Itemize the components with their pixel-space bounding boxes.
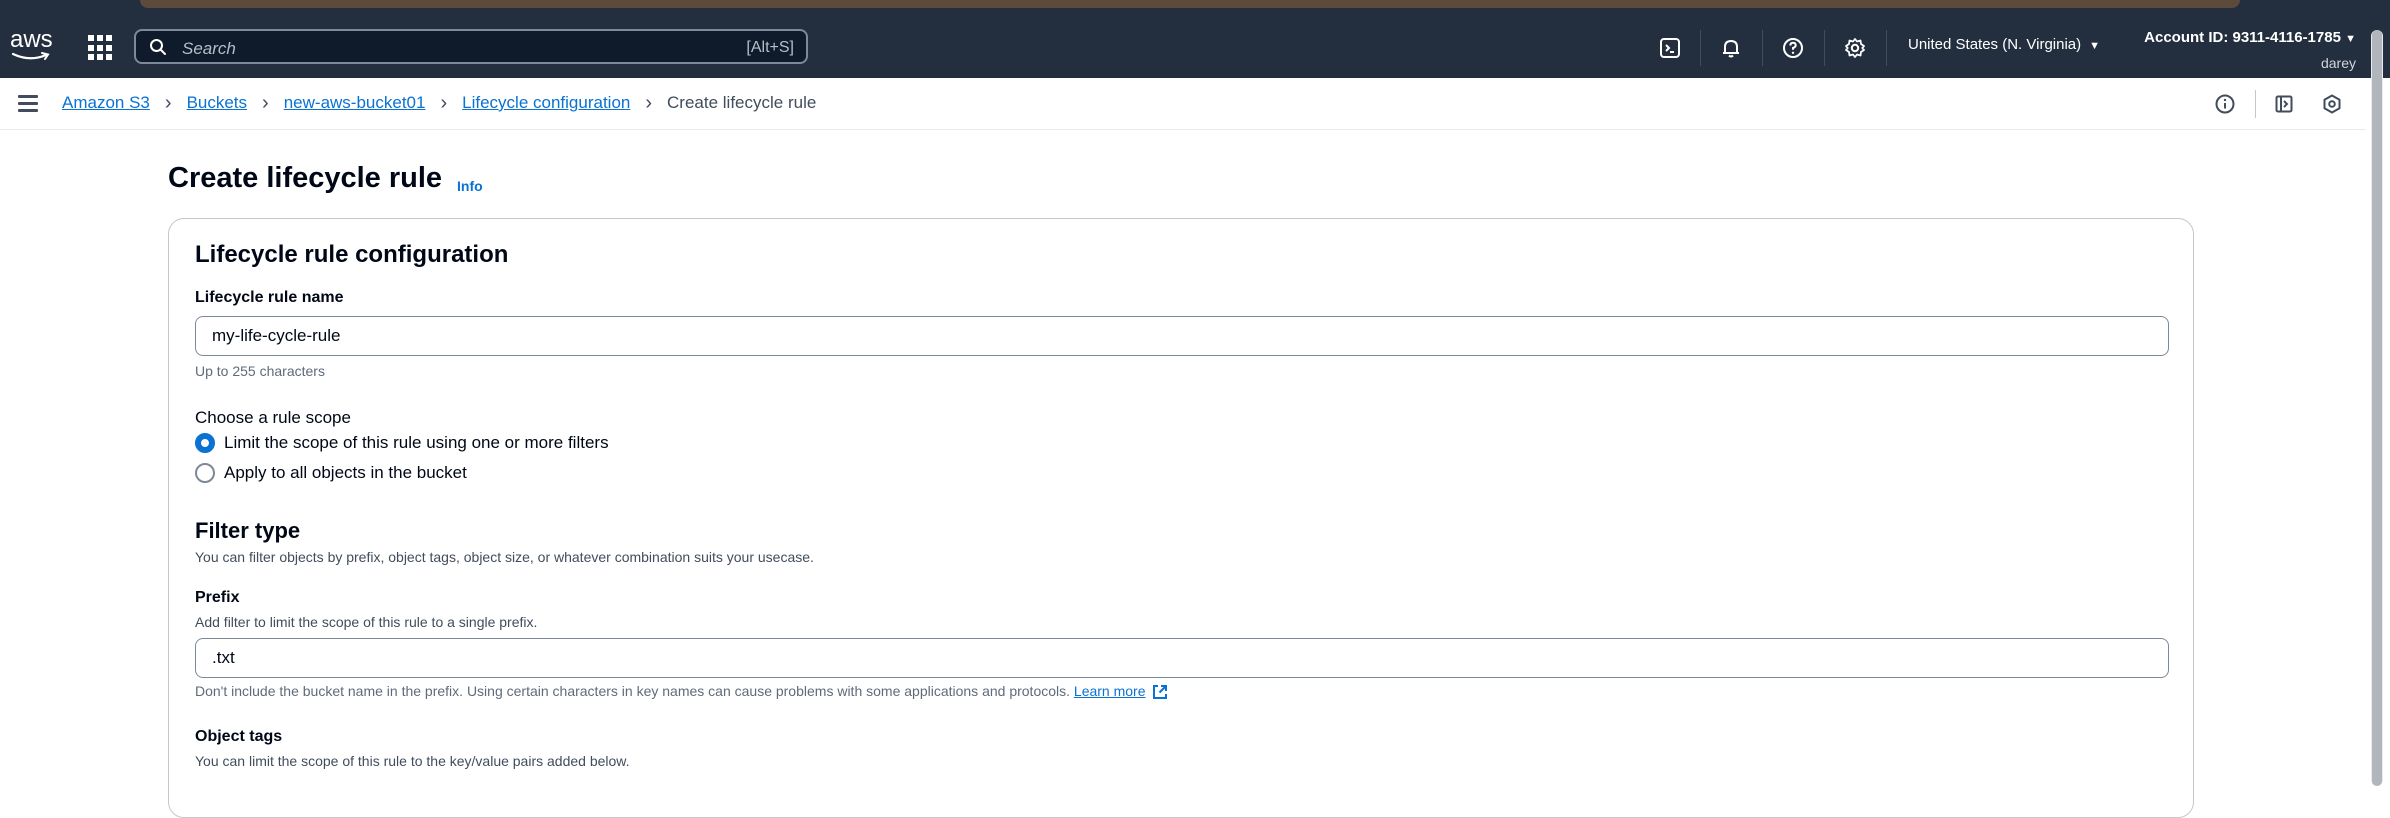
scope-option-label: Apply to all objects in the bucket <box>224 463 467 482</box>
cloudshell-icon[interactable] <box>1656 34 1684 62</box>
object-tags-label: Object tags <box>195 728 283 745</box>
search-placeholder: Search <box>182 39 236 58</box>
region-selector[interactable]: United States (N. Virginia) ▼ <box>1908 36 2100 53</box>
aws-logo[interactable]: aws <box>10 28 54 64</box>
aws-smile-icon <box>12 52 50 60</box>
breadcrumb-current: Create lifecycle rule <box>667 93 817 112</box>
search-shortcut: [Alt+S] <box>746 39 794 56</box>
search-icon <box>150 39 166 55</box>
browser-top-strip <box>0 0 2390 14</box>
nav-divider <box>1886 30 1887 66</box>
scrollbar-thumb[interactable] <box>2372 30 2382 786</box>
search-input[interactable]: Search [Alt+S] <box>134 29 808 64</box>
nav-divider <box>1762 30 1763 66</box>
page-title: Create lifecycle rule <box>168 162 443 194</box>
prefix-hint: Don't include the bucket name in the pre… <box>195 683 1168 700</box>
scope-option-label: Limit the scope of this rule using one o… <box>224 433 609 452</box>
learn-more-link[interactable]: Learn more <box>1074 683 1146 699</box>
browser-tab-edge <box>140 0 2240 8</box>
radio-unchecked-icon <box>195 463 215 483</box>
bell-icon[interactable] <box>1717 34 1745 62</box>
rule-name-label: Lifecycle rule name <box>195 289 344 306</box>
chevron-right-icon: › <box>164 91 172 114</box>
help-icon[interactable] <box>1779 34 1807 62</box>
rule-name-value: my-life-cycle-rule <box>212 326 341 345</box>
menu-icon[interactable] <box>18 95 38 112</box>
breadcrumb: Amazon S3 › Buckets › new-aws-bucket01 ›… <box>62 93 816 113</box>
region-label: United States (N. Virginia) <box>1908 36 2082 53</box>
account-menu[interactable]: Account ID: 9311-4116-1785 ▼ darey <box>2144 26 2356 75</box>
scope-radio-filters[interactable]: Limit the scope of this rule using one o… <box>195 433 609 453</box>
breadcrumb-buckets[interactable]: Buckets <box>187 93 247 113</box>
breadcrumb-lifecycle-configuration[interactable]: Lifecycle configuration <box>462 93 630 113</box>
top-navigation: aws Search [Alt+S] United States (N. Vir… <box>0 14 2390 78</box>
breadcrumb-divider <box>2255 90 2256 118</box>
lifecycle-config-container: Lifecycle rule configuration Lifecycle r… <box>168 218 2194 818</box>
caret-down-icon: ▼ <box>2089 40 2101 52</box>
breadcrumb-bar: Amazon S3 › Buckets › new-aws-bucket01 ›… <box>0 78 2366 130</box>
side-panel-icon[interactable] <box>2272 92 2296 116</box>
services-menu-icon[interactable] <box>88 35 114 61</box>
prefix-value: .txt <box>212 648 235 667</box>
prefix-hint-text: Don't include the bucket name in the pre… <box>195 683 1071 699</box>
caret-down-icon: ▼ <box>2345 33 2356 45</box>
chevron-right-icon: › <box>440 91 448 114</box>
container-title: Lifecycle rule configuration <box>195 241 509 268</box>
nav-divider <box>1700 30 1701 66</box>
radio-checked-icon <box>195 433 215 453</box>
rule-name-hint: Up to 255 characters <box>195 363 325 379</box>
breadcrumb-bucket[interactable]: new-aws-bucket01 <box>284 93 426 113</box>
account-user: darey <box>2320 55 2356 71</box>
filter-type-description: You can filter objects by prefix, object… <box>195 549 814 565</box>
breadcrumb-amazon-s3[interactable]: Amazon S3 <box>62 93 150 113</box>
info-link[interactable]: Info <box>457 178 483 194</box>
filter-type-heading: Filter type <box>195 518 301 543</box>
rule-name-input[interactable]: my-life-cycle-rule <box>195 316 2169 356</box>
page-scrollbar[interactable] <box>2371 30 2383 786</box>
info-panel-icon[interactable] <box>2213 92 2237 116</box>
external-link-icon[interactable] <box>1152 684 1168 700</box>
hexagon-icon[interactable] <box>2320 92 2344 116</box>
chevron-right-icon: › <box>262 91 269 114</box>
prefix-input[interactable]: .txt <box>195 638 2169 678</box>
prefix-description: Add filter to limit the scope of this ru… <box>195 614 538 630</box>
scope-label: Choose a rule scope <box>195 408 351 427</box>
prefix-label: Prefix <box>195 589 240 606</box>
scope-radio-all[interactable]: Apply to all objects in the bucket <box>195 463 467 483</box>
aws-logo-text: aws <box>10 26 53 53</box>
nav-divider <box>1824 30 1825 66</box>
gear-icon[interactable] <box>1841 34 1869 62</box>
object-tags-description: You can limit the scope of this rule to … <box>195 753 630 769</box>
chevron-right-icon: › <box>645 91 653 114</box>
account-id: Account ID: 9311-4116-1785 <box>2144 29 2341 46</box>
